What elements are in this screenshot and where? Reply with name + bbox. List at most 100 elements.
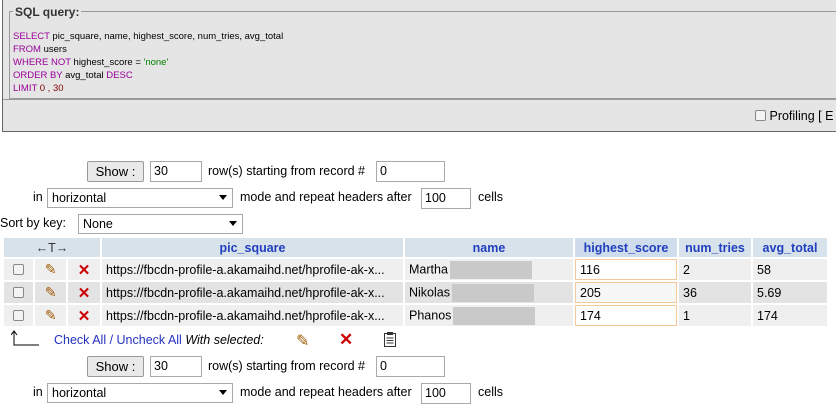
delete-cell[interactable]: ✕ — [68, 259, 100, 280]
row-select-cell[interactable] — [4, 259, 34, 280]
row-checkbox[interactable] — [13, 263, 25, 275]
repeat-headers-input-bottom[interactable]: 100 — [421, 383, 471, 404]
cells-label-top: cells — [478, 190, 504, 204]
sql-keyword: LIMIT — [13, 83, 38, 94]
cell-highest-score: 205 — [575, 282, 677, 303]
cell-avg-total: 5.69 — [753, 282, 827, 303]
name-text: Martha — [409, 261, 448, 276]
edit-cell[interactable]: ✎ — [35, 305, 67, 326]
display-mode-select-top[interactable]: horizontal — [47, 188, 233, 208]
edit-pencil-icon[interactable]: ✎ — [45, 307, 57, 323]
sql-where-value: 'none' — [143, 57, 169, 68]
display-mode-value: horizontal — [52, 191, 107, 205]
sql-query-legend: SQL query: — [13, 5, 82, 19]
sql-query-panel: SQL query: SELECT pic_square, name, high… — [2, 0, 836, 132]
profiling-checkbox[interactable] — [755, 110, 766, 121]
cell-num-tries: 2 — [679, 259, 751, 280]
edit-pencil-icon[interactable]: ✎ — [45, 261, 57, 277]
show-button-bottom[interactable]: Show : — [87, 356, 144, 377]
chevron-down-icon — [219, 195, 227, 200]
sql-where-column: highest_score = — [70, 57, 144, 68]
cell-pic-square: https://fbcdn-profile-a.akamaihd.net/hpr… — [102, 305, 403, 326]
column-header-pic-square[interactable]: pic_square — [102, 238, 403, 257]
cell-name: Nikolas — [405, 282, 573, 303]
cell-name: Martha — [405, 259, 573, 280]
sql-order-column: avg_total — [62, 70, 107, 81]
uncheck-all-link[interactable]: Uncheck All — [117, 333, 182, 347]
delete-icon[interactable]: ✕ — [78, 285, 91, 302]
profiling-label: Profiling [ E — [769, 109, 834, 123]
cell-pic-square: https://fbcdn-profile-a.akamaihd.net/hpr… — [102, 282, 403, 303]
row-checkbox[interactable] — [13, 309, 25, 321]
delete-cell[interactable]: ✕ — [68, 305, 100, 326]
check-all-link[interactable]: Check All — [54, 333, 106, 347]
edit-cell[interactable]: ✎ — [35, 282, 67, 303]
with-selected-label: With selected: — [185, 333, 264, 347]
cell-pic-square: https://fbcdn-profile-a.akamaihd.net/hpr… — [102, 259, 403, 280]
cell-avg-total: 174 — [753, 305, 827, 326]
bulk-select-links: Check All / Uncheck All With selected: — [54, 333, 264, 347]
link-separator: / — [106, 333, 117, 347]
delete-cell[interactable]: ✕ — [68, 282, 100, 303]
sql-keyword: DESC — [106, 70, 133, 81]
sql-panel-divider — [3, 99, 836, 100]
profiling-toggle[interactable]: Profiling [ E — [755, 109, 833, 123]
show-button-top[interactable]: Show : — [87, 161, 144, 182]
table-row: ✎ ✕ https://fbcdn-profile-a.akamaihd.net… — [4, 282, 827, 303]
starting-record-label-top: row(s) starting from record # — [208, 164, 365, 178]
cell-highest-score: 116 — [575, 259, 677, 280]
sql-limit-values: 0 , 30 — [37, 83, 64, 94]
display-mode-value: horizontal — [52, 386, 107, 400]
cell-name: Phanos — [405, 305, 573, 326]
column-header-num-tries[interactable]: num_tries — [679, 238, 751, 257]
starting-record-label-bottom: row(s) starting from record # — [208, 359, 365, 373]
redacted-block — [453, 306, 536, 325]
table-header-row: ←T→ pic_square name highest_score num_tr… — [4, 238, 827, 257]
sql-select-columns: pic_square, name, highest_score, num_tri… — [49, 31, 284, 42]
cell-num-tries: 1 — [679, 305, 751, 326]
column-header-highest-score[interactable]: highest_score — [575, 238, 677, 257]
cells-label-bottom: cells — [478, 385, 504, 399]
column-header-name[interactable]: name — [405, 238, 573, 257]
delete-icon[interactable]: ✕ — [78, 262, 91, 279]
in-label-bottom: in — [33, 385, 43, 399]
rows-count-input-bottom[interactable]: 30 — [150, 356, 202, 377]
sort-by-key-select[interactable]: None — [78, 214, 243, 234]
column-arrows-icon[interactable]: ←T→ — [36, 241, 69, 255]
cell-num-tries: 36 — [679, 282, 751, 303]
name-text: Phanos — [409, 307, 452, 322]
column-header-avg-total[interactable]: avg_total — [753, 238, 827, 257]
bulk-edit-icon[interactable]: ✎ — [296, 331, 309, 351]
sort-by-key-label: Sort by key: — [0, 216, 66, 230]
chevron-down-icon — [229, 221, 237, 226]
sql-keyword: SELECT — [13, 31, 50, 42]
rows-count-input-top[interactable]: 30 — [150, 161, 202, 182]
table-row: ✎ ✕ https://fbcdn-profile-a.akamaihd.net… — [4, 259, 827, 280]
cell-avg-total: 58 — [753, 259, 827, 280]
repeat-headers-input-top[interactable]: 100 — [421, 188, 471, 209]
cell-highest-score: 174 — [575, 305, 677, 326]
display-mode-select-bottom[interactable]: horizontal — [47, 383, 233, 403]
sql-from-table: users — [40, 44, 67, 55]
sql-keyword: WHERE NOT — [13, 57, 71, 68]
row-select-cell[interactable] — [4, 305, 34, 326]
sql-query-text: SELECT pic_square, name, highest_score, … — [13, 30, 283, 95]
repeat-headers-label-bottom: mode and repeat headers after — [240, 385, 412, 399]
repeat-headers-label-top: mode and repeat headers after — [240, 190, 412, 204]
sql-keyword: FROM — [13, 44, 41, 55]
name-text: Nikolas — [409, 284, 450, 299]
table-row: ✎ ✕ https://fbcdn-profile-a.akamaihd.net… — [4, 305, 827, 326]
chevron-down-icon — [219, 390, 227, 395]
results-table: ←T→ pic_square name highest_score num_tr… — [2, 236, 829, 328]
sort-by-key-value: None — [83, 217, 113, 231]
start-record-input-top[interactable]: 0 — [376, 161, 445, 182]
edit-cell[interactable]: ✎ — [35, 259, 67, 280]
delete-icon[interactable]: ✕ — [78, 308, 91, 325]
start-record-input-bottom[interactable]: 0 — [376, 356, 445, 377]
bulk-delete-icon[interactable]: ✕ — [339, 330, 353, 350]
bulk-export-icon[interactable] — [384, 332, 396, 347]
column-resize-header[interactable]: ←T→ — [4, 238, 100, 257]
row-checkbox[interactable] — [13, 286, 25, 298]
row-select-cell[interactable] — [4, 282, 34, 303]
edit-pencil-icon[interactable]: ✎ — [45, 284, 57, 300]
